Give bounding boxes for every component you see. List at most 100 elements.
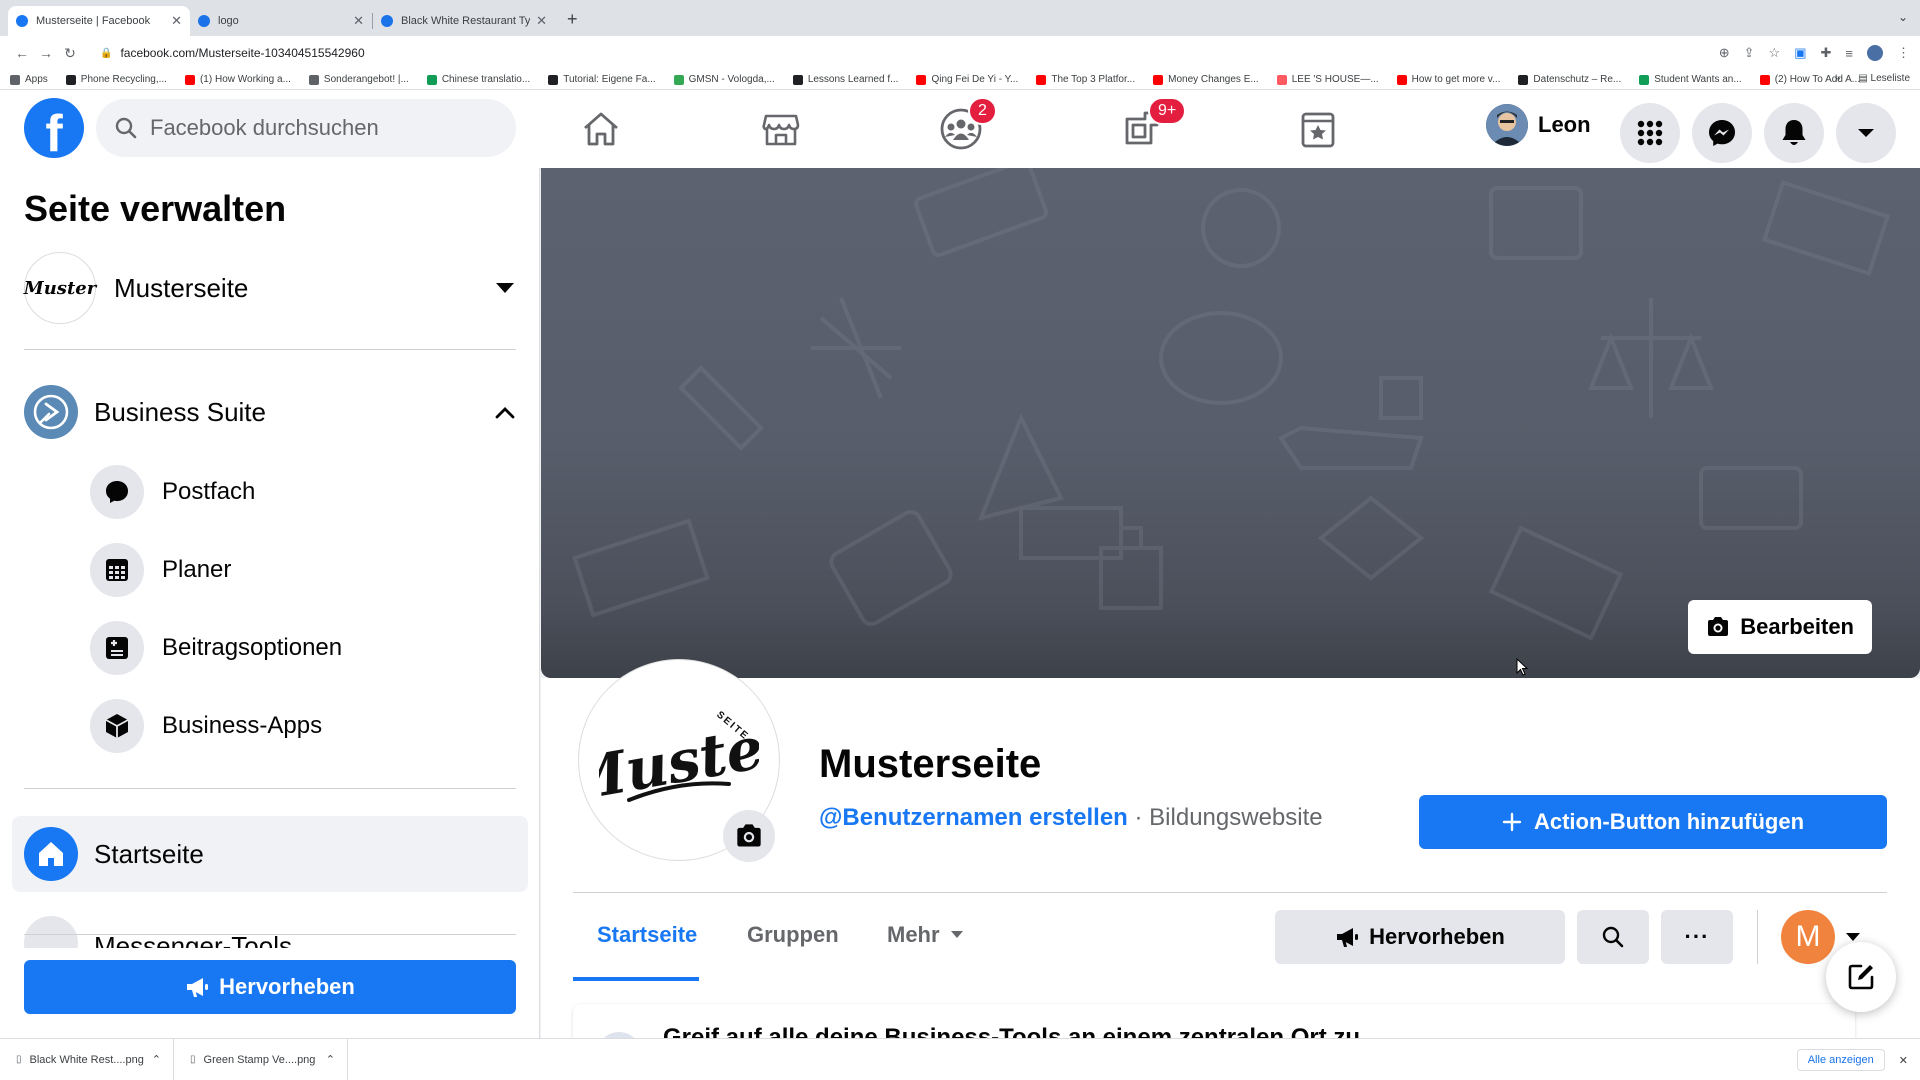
page-search-button[interactable]	[1577, 910, 1649, 964]
bookmark-item[interactable]: Tutorial: Eigene Fa...	[548, 74, 656, 85]
browser-tab-facebook[interactable]: Musterseite | Facebook ✕	[8, 6, 190, 36]
url-field[interactable]: 🔒 facebook.com/Musterseite-1034045155429…	[100, 46, 1719, 60]
edit-cover-button[interactable]: Bearbeiten	[1688, 600, 1872, 654]
browser-tab-restaurant[interactable]: Black White Restaurant Typog... ✕	[373, 6, 555, 36]
business-suite-header[interactable]: Business Suite	[24, 382, 516, 442]
nav-home[interactable]	[574, 102, 628, 156]
compose-message-button[interactable]	[1826, 942, 1896, 1012]
promote-button[interactable]: Hervorheben	[24, 960, 516, 1014]
messenger-button[interactable]	[1692, 103, 1752, 163]
page-selector[interactable]: Muster Musterseite	[24, 252, 516, 324]
bookmark-label: Money Changes E...	[1168, 74, 1259, 85]
page-selector-name: Musterseite	[114, 272, 249, 303]
bookmark-favicon-icon	[1153, 74, 1164, 85]
bookmark-item[interactable]: Qing Fei De Yi - Y...	[916, 74, 1018, 85]
reading-list-button[interactable]: ▤ Leseliste	[1858, 73, 1910, 84]
chevron-up-icon[interactable]: ⌃	[152, 1053, 161, 1066]
more-options-button[interactable]: ···	[1661, 910, 1733, 964]
back-arrow-icon[interactable]: ←	[10, 45, 34, 61]
bookmark-label: Lessons Learned f...	[807, 74, 899, 85]
close-tab-icon[interactable]: ✕	[353, 13, 364, 29]
cover-photo: Bearbeiten	[541, 168, 1920, 678]
user-profile-chip[interactable]: Leon	[1486, 104, 1591, 146]
bookmark-item[interactable]: Datenschutz – Re...	[1518, 74, 1621, 85]
chat-bubble-icon	[90, 465, 144, 519]
show-all-downloads-button[interactable]: Alle anzeigen	[1796, 1049, 1885, 1071]
bookmark-label: How to get more v...	[1411, 74, 1501, 85]
sidebar-item-planer[interactable]: Planer	[90, 542, 510, 598]
camera-icon	[737, 824, 761, 847]
reading-list-icon[interactable]: ≡	[1845, 46, 1853, 61]
sidebar-item-postfach[interactable]: Postfach	[90, 464, 510, 520]
profile-avatar-icon[interactable]	[1867, 45, 1883, 61]
sidebar-item-label: Postfach	[162, 478, 256, 505]
close-icon[interactable]: ✕	[1899, 1054, 1908, 1067]
bookmark-item[interactable]: Phone Recycling,...	[65, 74, 167, 85]
bookmark-item[interactable]: (1) How Working a...	[184, 74, 291, 85]
nav-gaming[interactable]: 9+	[1114, 97, 1187, 156]
bookmark-item[interactable]: Apps	[10, 74, 48, 85]
forward-arrow-icon[interactable]: →	[34, 45, 58, 61]
bookmark-item[interactable]: How to get more v...	[1396, 74, 1501, 85]
bookmark-item[interactable]: The Top 3 Platfor...	[1036, 74, 1135, 85]
tab-title: Musterseite | Facebook	[36, 15, 151, 27]
promote-page-button[interactable]: Hervorheben	[1275, 910, 1565, 964]
zoom-icon[interactable]: ⊕	[1719, 45, 1730, 61]
search-box[interactable]	[96, 99, 516, 157]
bookmark-item[interactable]: GMSN - Vologda,...	[673, 74, 775, 85]
browser-tab-logo[interactable]: logo ✕	[190, 6, 372, 36]
nav-pages[interactable]	[1291, 102, 1345, 156]
menu-button[interactable]	[1620, 103, 1680, 163]
sidebar-item-business-apps[interactable]: Business-Apps	[90, 698, 510, 754]
tab-search-chevron-icon[interactable]: ⌄	[1898, 10, 1908, 24]
more-bookmarks-chevron[interactable]: »	[1835, 73, 1841, 84]
address-bar: ← → ↻ 🔒 facebook.com/Musterseite-1034045…	[0, 36, 1920, 70]
marketplace-store-icon	[762, 114, 800, 146]
tab-mehr[interactable]: Mehr	[887, 908, 964, 962]
close-tab-icon[interactable]: ✕	[171, 13, 182, 29]
download-item[interactable]: ▯ Green Stamp Ve....png ⌃	[174, 1038, 348, 1080]
sidebar-item-beitragsoptionen[interactable]: Beitragsoptionen	[90, 620, 510, 676]
bookmark-item[interactable]: LEE 'S HOUSE—...	[1276, 74, 1379, 85]
lock-icon: 🔒	[100, 47, 113, 59]
business-suite-icon	[24, 385, 78, 439]
bookmark-favicon-icon	[1639, 74, 1650, 85]
chevron-up-icon[interactable]	[494, 405, 516, 419]
home-icon	[24, 827, 78, 881]
bookmark-item[interactable]: Chinese translatio...	[426, 74, 530, 85]
add-action-button[interactable]: Action-Button hinzufügen	[1419, 795, 1887, 849]
sidebar-item-startseite[interactable]: Startseite	[12, 816, 528, 892]
bookmark-item[interactable]: Money Changes E...	[1153, 74, 1259, 85]
extensions-puzzle-icon[interactable]: ✚	[1821, 45, 1832, 61]
page-subtitle: @Benutzernamen erstellen · Bildungswebsi…	[819, 804, 1323, 832]
chevron-up-icon[interactable]: ⌃	[326, 1053, 335, 1066]
share-icon[interactable]: ⇪	[1744, 45, 1755, 61]
sidebar-item-messenger-tools[interactable]: Messenger-Tools	[24, 908, 516, 948]
nav-groups[interactable]: 2	[934, 97, 997, 156]
notifications-button[interactable]	[1764, 103, 1824, 163]
new-tab-icon[interactable]: +	[567, 9, 578, 30]
url-text: facebook.com/Musterseite-103404515542960	[120, 46, 365, 60]
browser-menu-icon[interactable]: ⋮	[1897, 45, 1910, 61]
reload-icon[interactable]: ↻	[58, 45, 82, 62]
bookmark-star-icon[interactable]: ☆	[1769, 45, 1781, 61]
account-menu-button[interactable]	[1836, 103, 1896, 163]
bookmark-item[interactable]: Student Wants an...	[1639, 74, 1742, 85]
bookmark-item[interactable]: Sonderangebot! |...	[308, 74, 409, 85]
bookmark-item[interactable]: Lessons Learned f...	[792, 74, 899, 85]
tab-gruppen[interactable]: Gruppen	[747, 908, 839, 962]
vertical-divider	[1757, 910, 1758, 964]
facebook-extension-icon[interactable]: ▣	[1794, 45, 1806, 61]
search-input[interactable]	[150, 115, 480, 141]
nav-marketplace[interactable]	[754, 102, 808, 156]
bookmark-favicon-icon	[548, 74, 559, 85]
change-profile-picture-button[interactable]	[723, 810, 775, 862]
tab-startseite[interactable]: Startseite	[597, 908, 697, 962]
user-avatar	[1486, 104, 1528, 146]
download-item[interactable]: ▯ Black White Rest....png ⌃	[0, 1038, 174, 1080]
facebook-logo-icon[interactable]: f	[24, 98, 84, 158]
close-tab-icon[interactable]: ✕	[536, 13, 547, 29]
create-username-link[interactable]: @Benutzernamen erstellen	[819, 804, 1128, 831]
page-category: Bildungswebsite	[1149, 804, 1323, 831]
bookmark-label: Sonderangebot! |...	[323, 74, 409, 85]
